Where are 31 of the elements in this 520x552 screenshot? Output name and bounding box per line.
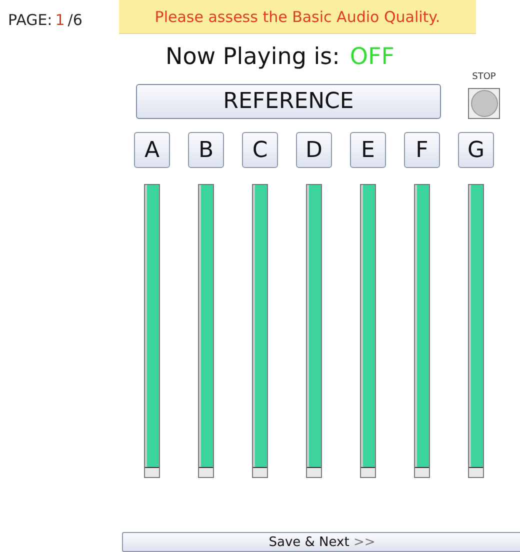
sample-button[interactable]: A (134, 132, 170, 168)
sample-button[interactable]: D (296, 132, 332, 168)
rating-slider[interactable] (252, 184, 268, 478)
reference-button[interactable]: REFERENCE (136, 84, 441, 119)
slider-thumb[interactable] (361, 467, 375, 477)
rating-slider[interactable] (198, 184, 214, 478)
slider-thumb[interactable] (199, 467, 213, 477)
rating-slider[interactable] (360, 184, 376, 478)
sample-button[interactable]: E (350, 132, 386, 168)
now-playing-label: Now Playing is: (166, 44, 340, 70)
instruction-banner: Please assess the Basic Audio Quality. (119, 0, 476, 34)
sample-button[interactable]: C (242, 132, 278, 168)
slider-thumb[interactable] (145, 467, 159, 477)
rating-slider[interactable] (468, 184, 484, 478)
stop-label: STOP (472, 72, 496, 82)
sample-button[interactable]: G (458, 132, 494, 168)
slider-thumb[interactable] (415, 467, 429, 477)
now-playing-value: OFF (350, 44, 394, 70)
sample-button[interactable]: B (188, 132, 224, 168)
slider-thumb[interactable] (307, 467, 321, 477)
rating-slider[interactable] (306, 184, 322, 478)
stop-button[interactable] (468, 88, 500, 119)
sample-button[interactable]: F (404, 132, 440, 168)
slider-thumb[interactable] (469, 467, 483, 477)
slider-thumb[interactable] (253, 467, 267, 477)
rating-slider[interactable] (144, 184, 160, 478)
save-next-button[interactable]: Save & Next >> (122, 532, 520, 552)
page-label: PAGE: (8, 11, 52, 29)
page-number: 1 (55, 11, 65, 29)
page-total: /6 (68, 11, 82, 29)
rating-slider[interactable] (414, 184, 430, 478)
